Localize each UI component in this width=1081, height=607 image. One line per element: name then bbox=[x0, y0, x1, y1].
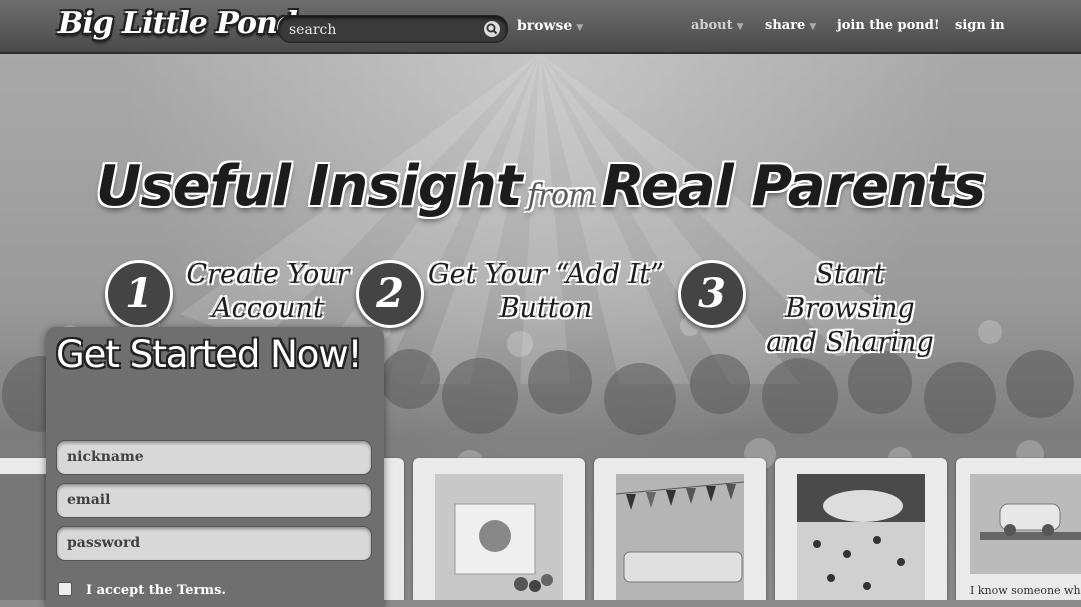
product-card[interactable] bbox=[0, 458, 108, 600]
step-text-line: Get Your “Add It” bbox=[428, 259, 664, 290]
step-text-line: and Sharing bbox=[766, 327, 934, 358]
product-image bbox=[616, 474, 744, 600]
step-2: 2 Get Your “Add It” Button bbox=[356, 254, 676, 344]
step-number: 3 bbox=[678, 260, 746, 328]
step-text: Start Browsing and Sharing bbox=[750, 258, 950, 360]
terms-row: I accept the Terms. bbox=[58, 582, 226, 598]
chevron-down-icon: ▼ bbox=[736, 22, 744, 32]
headline-from: from bbox=[527, 178, 597, 213]
chevron-down-icon: ▼ bbox=[809, 22, 817, 32]
join-link[interactable]: join the pond! bbox=[837, 18, 940, 33]
top-nav: Big Little Pond browse▼ about▼ share▼ jo… bbox=[0, 0, 1081, 54]
product-image bbox=[435, 474, 563, 600]
chevron-down-icon: ▼ bbox=[576, 23, 584, 33]
step-number: 1 bbox=[105, 260, 173, 328]
headline-part-1: Useful Insight bbox=[95, 154, 523, 219]
email-field[interactable] bbox=[65, 484, 359, 516]
logo[interactable]: Big Little Pond bbox=[58, 6, 298, 41]
nickname-field-wrap bbox=[56, 440, 372, 475]
sign-in-link[interactable]: sign in bbox=[955, 18, 1005, 33]
password-field-wrap bbox=[56, 526, 372, 561]
product-card[interactable] bbox=[775, 458, 947, 600]
about-menu[interactable]: about ▼ bbox=[691, 18, 744, 33]
product-image bbox=[970, 474, 1081, 574]
product-card[interactable]: I know someone wh bbox=[956, 458, 1081, 600]
step-text-line: Button bbox=[499, 293, 593, 324]
about-label: about bbox=[691, 18, 733, 33]
search-input[interactable] bbox=[287, 19, 481, 41]
step-number: 2 bbox=[356, 260, 424, 328]
step-text-line: Start Browsing bbox=[785, 259, 915, 324]
step-text-line: Create Your bbox=[186, 259, 350, 290]
share-menu[interactable]: share ▼ bbox=[765, 18, 816, 33]
email-field-wrap bbox=[56, 483, 372, 518]
step-text-line: Account bbox=[212, 293, 324, 324]
product-caption: I know someone wh bbox=[970, 584, 1081, 597]
signup-panel: Get Started Now! I accept the Terms. bbox=[46, 327, 384, 607]
nickname-field[interactable] bbox=[65, 441, 359, 473]
product-card[interactable] bbox=[594, 458, 766, 600]
password-field[interactable] bbox=[65, 527, 359, 559]
terms-label: I accept the Terms. bbox=[86, 583, 226, 598]
hero-headline: Useful Insight from Real Parents bbox=[0, 154, 1081, 219]
step-text: Create Your Account bbox=[173, 258, 363, 326]
share-label: share bbox=[765, 18, 806, 33]
product-card[interactable] bbox=[413, 458, 585, 600]
signup-title: Get Started Now! bbox=[56, 333, 363, 376]
step-3: 3 Start Browsing and Sharing bbox=[678, 254, 958, 358]
search-icon[interactable] bbox=[483, 20, 501, 38]
product-image bbox=[797, 474, 925, 600]
search-box bbox=[278, 15, 508, 43]
step-text: Get Your “Add It” Button bbox=[426, 258, 666, 326]
terms-checkbox[interactable] bbox=[58, 582, 72, 596]
browse-menu[interactable]: browse ▼ bbox=[517, 18, 583, 34]
browse-label: browse bbox=[517, 18, 573, 34]
headline-part-2: Real Parents bbox=[601, 154, 987, 219]
